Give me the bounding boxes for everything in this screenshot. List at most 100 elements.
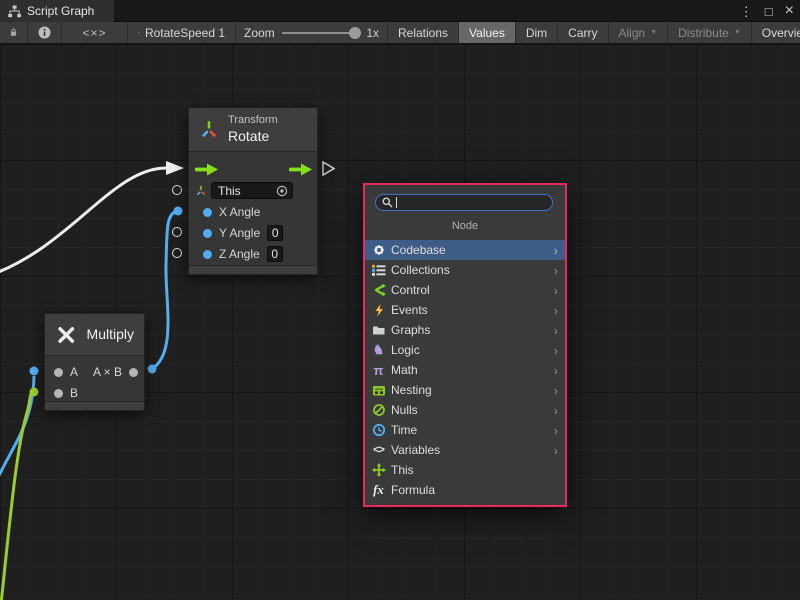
port-endpoint[interactable] [30, 388, 39, 397]
finder-list: Codebase › Collections › Control › [365, 240, 565, 500]
multiply-x-icon [55, 323, 78, 347]
graph-toolbar: <×> RotateSpeed 1 Zoom 1x Relations Valu… [0, 22, 800, 44]
port-label-b: B [70, 386, 78, 400]
finder-item-nesting[interactable]: Nesting › [365, 380, 565, 400]
search-icon [382, 197, 393, 208]
null-slash-icon [371, 403, 386, 417]
graph-machine-icon [371, 383, 386, 397]
gear-icon [371, 243, 386, 257]
flow-wire[interactable] [0, 168, 166, 276]
finder-item-codebase[interactable]: Codebase › [365, 240, 565, 260]
node-title: Rotate [228, 128, 278, 146]
finder-header: Node [365, 211, 565, 240]
graph-node-icon [138, 27, 140, 39]
finder-item-control[interactable]: Control › [365, 280, 565, 300]
distribute-dropdown[interactable]: Distribute ▼ [668, 22, 752, 43]
z-value-field[interactable]: 0 [267, 246, 283, 262]
port-y-angle[interactable] [172, 227, 182, 237]
graph-hierarchy-icon [8, 5, 21, 18]
object-picker-icon[interactable] [276, 185, 288, 197]
y-value-field[interactable]: 0 [267, 225, 283, 241]
breadcrumb-label: RotateSpeed 1 [145, 26, 225, 40]
list-icon [371, 263, 386, 277]
info-button[interactable] [28, 22, 62, 43]
overview-button[interactable]: Overview [752, 22, 800, 43]
chevron-right-icon: › [554, 264, 558, 277]
chevron-right-icon: › [554, 404, 558, 417]
node-header[interactable]: Multiply [45, 314, 144, 356]
values-toggle[interactable]: Values [459, 22, 516, 43]
value-wire-blue-a[interactable] [0, 376, 34, 490]
port-label-z: Z Angle [219, 247, 260, 261]
tab-title: Script Graph [27, 4, 94, 18]
window-close-button[interactable]: × [785, 3, 794, 19]
graph-canvas[interactable]: Transform Rotate This [0, 44, 800, 600]
port-label-out: A × B [85, 365, 122, 379]
chevron-down-icon: ▼ [650, 29, 657, 36]
zoom-value: 1x [366, 26, 379, 40]
port-dot-x[interactable] [203, 208, 212, 217]
value-wire-green-b[interactable] [1, 392, 33, 600]
value-preview-button[interactable]: <×> [62, 22, 128, 43]
lightning-icon [371, 303, 386, 317]
flow-output-triangle[interactable] [323, 162, 334, 175]
finder-item-formula[interactable]: fx Formula [365, 480, 565, 500]
port-dot-y[interactable] [203, 229, 212, 238]
chevron-right-icon: › [554, 444, 558, 457]
chevron-right-icon: › [554, 304, 558, 317]
node-header[interactable]: Transform Rotate [189, 108, 317, 152]
port-dot-z[interactable] [203, 250, 212, 259]
knight-icon: ♞ [371, 343, 386, 357]
finder-item-variables[interactable]: <> Variables › [365, 440, 565, 460]
port-endpoint[interactable] [148, 365, 157, 374]
node-title: Multiply [87, 326, 134, 344]
finder-item-math[interactable]: π Math › [365, 360, 565, 380]
this-object-field[interactable]: This [211, 182, 293, 199]
finder-item-logic[interactable]: ♞ Logic › [365, 340, 565, 360]
window-maximize-button[interactable]: □ [765, 5, 773, 18]
dim-toggle[interactable]: Dim [516, 22, 558, 43]
port-dot-out[interactable] [129, 368, 138, 377]
relations-toggle[interactable]: Relations [388, 22, 459, 43]
graph-breadcrumb[interactable]: RotateSpeed 1 [128, 22, 236, 43]
fx-icon: fx [371, 483, 386, 497]
port-endpoint[interactable] [174, 207, 183, 216]
finder-item-graphs[interactable]: Graphs › [365, 320, 565, 340]
flow-input-arrow-icon[interactable] [195, 163, 219, 176]
branch-arrows-icon [371, 283, 386, 297]
window-menu-button[interactable]: ⋮ [740, 5, 753, 18]
title-bar: Script Graph ⋮ □ × [0, 0, 800, 22]
this-field-value: This [218, 184, 241, 198]
port-dot-a[interactable] [54, 368, 63, 377]
port-z-angle[interactable] [172, 248, 182, 258]
carry-toggle[interactable]: Carry [558, 22, 608, 43]
port-this[interactable] [172, 185, 182, 195]
zoom-slider[interactable] [282, 32, 360, 34]
flow-output-arrow-icon[interactable] [289, 163, 313, 176]
finder-item-time[interactable]: Time › [365, 420, 565, 440]
port-label-y: Y Angle [219, 226, 260, 240]
tab-script-graph[interactable]: Script Graph [0, 0, 114, 22]
finder-item-nulls[interactable]: Nulls › [365, 400, 565, 420]
finder-item-collections[interactable]: Collections › [365, 260, 565, 280]
input-row-z: Z Angle 0 [203, 245, 283, 263]
chevron-right-icon: › [554, 384, 558, 397]
port-endpoint[interactable] [30, 367, 39, 376]
text-caret [396, 197, 397, 208]
lock-button[interactable] [0, 22, 28, 43]
search-input[interactable] [400, 196, 546, 210]
chevron-down-icon: ▼ [734, 29, 741, 36]
lock-icon [10, 26, 17, 39]
node-footer [189, 265, 317, 274]
search-field[interactable] [375, 194, 553, 211]
zoom-slider-knob[interactable] [349, 27, 361, 39]
node-multiply[interactable]: Multiply A A × B B [44, 313, 145, 411]
pi-icon: π [371, 363, 386, 377]
port-dot-b[interactable] [54, 389, 63, 398]
transform-axes-icon [199, 120, 219, 140]
node-category: Transform [228, 114, 278, 128]
finder-item-events[interactable]: Events › [365, 300, 565, 320]
node-transform-rotate[interactable]: Transform Rotate This [188, 107, 318, 275]
align-dropdown[interactable]: Align ▼ [609, 22, 669, 43]
finder-item-this[interactable]: This [365, 460, 565, 480]
